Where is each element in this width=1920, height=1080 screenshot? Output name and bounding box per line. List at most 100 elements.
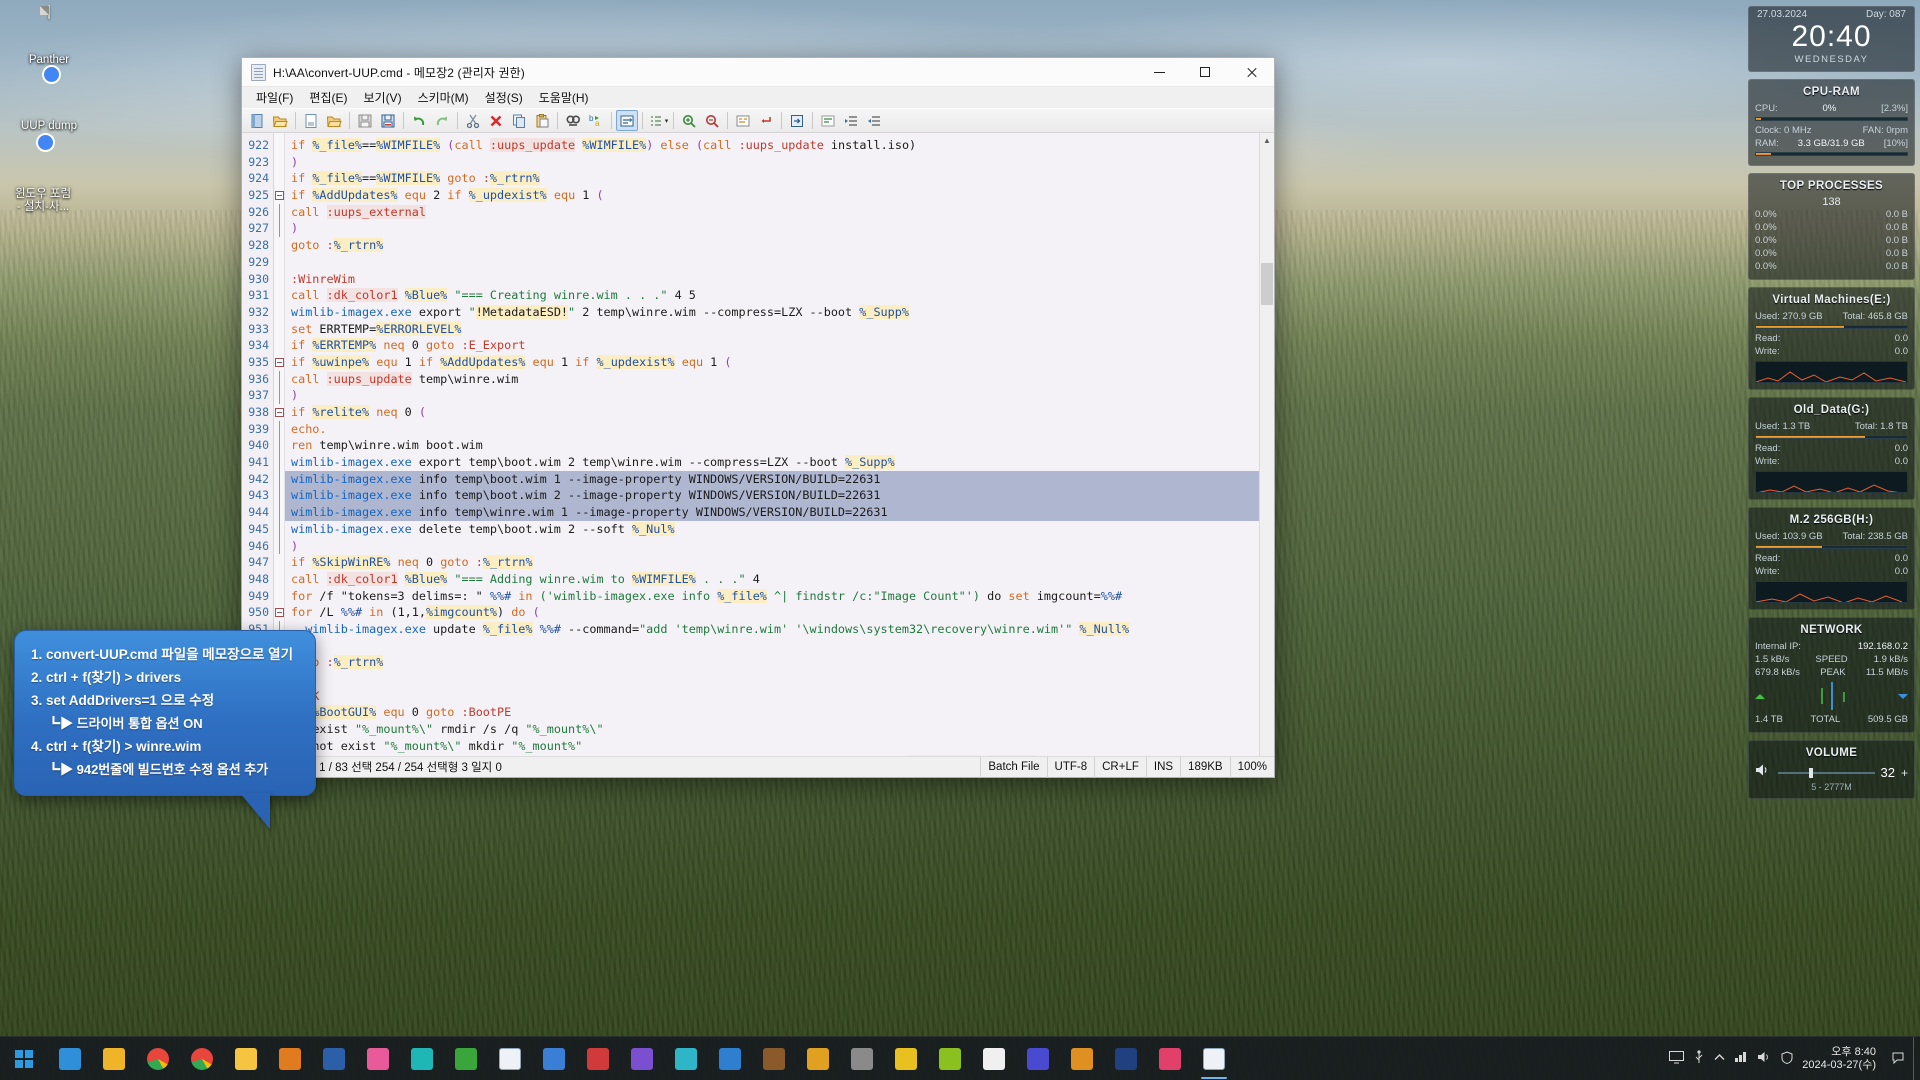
code-line[interactable]: ) [285, 538, 1259, 555]
code-line[interactable]: if %AddUpdates% equ 2 if %_updexist% equ… [285, 187, 1259, 204]
menu-schema[interactable]: 스키마(M) [410, 87, 477, 108]
show-whitespace-icon[interactable] [817, 110, 839, 131]
info-icon[interactable] [708, 1037, 752, 1080]
code-line[interactable]: Dism /English /Quiet /Mount-Wim /Wimfile… [285, 754, 1259, 756]
code-line[interactable]: goto :%_rtrn% [285, 237, 1259, 254]
app-purple-icon[interactable] [620, 1037, 664, 1080]
replace-icon[interactable]: ba [585, 110, 607, 131]
outdent-icon[interactable] [863, 110, 885, 131]
chrome-icon-3[interactable] [180, 1037, 224, 1080]
taskbar-clock[interactable]: 오후 8:40 2024-03-27(수) [1802, 1046, 1882, 1072]
notepad2-icon[interactable] [1192, 1037, 1236, 1080]
new-file-icon[interactable] [246, 110, 268, 131]
app-white-icon[interactable] [972, 1037, 1016, 1080]
speaker-icon[interactable] [1755, 763, 1772, 782]
undo-icon[interactable] [408, 110, 430, 131]
app-d-icon[interactable] [796, 1037, 840, 1080]
notepad2-window[interactable]: H:\AA\convert-UUP.cmd - 메모장2 (관리자 권한) 파일… [241, 57, 1275, 788]
code-line[interactable] [285, 254, 1259, 271]
menu-settings[interactable]: 설정(S) [477, 87, 531, 108]
app-blue-icon[interactable] [532, 1037, 576, 1080]
code-line[interactable] [285, 671, 1259, 688]
gadget-volume[interactable]: VOLUME 32 + 5 - 2777M [1748, 740, 1915, 799]
notepad-icon[interactable] [488, 1037, 532, 1080]
desktop-icon-uup-dump[interactable]: UUP dump [6, 72, 92, 133]
volume-plus-icon[interactable]: + [1901, 766, 1908, 780]
code-line[interactable]: wimlib-imagex.exe info temp\boot.wim 2 -… [285, 487, 1259, 505]
show-desktop-button[interactable] [1913, 1036, 1920, 1080]
code-line[interactable]: if %_file%==%WIMFILE% (call :uups_update… [285, 137, 1259, 154]
menu-edit[interactable]: 편집(E) [301, 87, 355, 108]
close-button[interactable] [1228, 58, 1274, 87]
toolbar[interactable]: ba ▾ [242, 108, 1274, 133]
vertical-scrollbar[interactable]: ▲ [1259, 133, 1274, 756]
start-button[interactable] [0, 1037, 48, 1080]
code-line[interactable]: ) [285, 220, 1259, 237]
code-line[interactable]: if %BootGUI% equ 0 goto :BootPE [285, 704, 1259, 721]
cut-icon[interactable] [462, 110, 484, 131]
open-folder-icon[interactable] [323, 110, 345, 131]
tray-usb-icon[interactable] [1693, 1050, 1705, 1067]
code-line[interactable]: wimlib-imagex.exe update %_file% %%# --c… [285, 621, 1259, 638]
app-cyan-icon[interactable] [664, 1037, 708, 1080]
indent-icon[interactable] [840, 110, 862, 131]
code-editor[interactable]: if %_file%==%WIMFILE% (call :uups_update… [285, 133, 1259, 756]
scroll-up-arrow[interactable]: ▲ [1260, 133, 1274, 148]
code-line[interactable]: echo. [285, 421, 1259, 438]
copy-icon[interactable] [508, 110, 530, 131]
menu-view[interactable]: 보기(V) [355, 87, 409, 108]
word-wrap-icon[interactable] [616, 110, 638, 131]
always-on-top-icon[interactable] [786, 110, 808, 131]
code-line[interactable]: set ERRTEMP=%ERRORLEVEL% [285, 321, 1259, 338]
desktop-icon-panther[interactable]: Panther [6, 5, 92, 67]
save-as-icon[interactable] [377, 110, 399, 131]
code-line[interactable]: if %SkipWinRE% neq 0 goto :%_rtrn% [285, 554, 1259, 571]
fold-toggle-icon[interactable] [274, 354, 284, 371]
app-amber-icon[interactable] [1060, 1037, 1104, 1080]
app-red-icon[interactable] [576, 1037, 620, 1080]
code-line[interactable]: call :dk_color1 %Blue% "=== Adding winre… [285, 571, 1259, 588]
chrome-icon-2[interactable] [136, 1037, 180, 1080]
code-line[interactable]: if exist "%_mount%\" rmdir /s /q "%_moun… [285, 721, 1259, 738]
editor-body[interactable]: 922 923 924 925 926 927 928 929 930 931 932 933 934 9… [242, 133, 1274, 788]
tray-monitor-icon[interactable] [1669, 1050, 1685, 1067]
volume-slider[interactable] [1778, 767, 1875, 779]
app-yellow-icon[interactable] [884, 1037, 928, 1080]
tray-chevron-icon[interactable] [1714, 1053, 1725, 1065]
code-line[interactable]: ) [285, 638, 1259, 655]
zoom-out-icon[interactable] [701, 110, 723, 131]
menu-help[interactable]: 도움말(H) [531, 87, 597, 108]
code-line[interactable]: wimlib-imagex.exe delete temp\boot.wim 2… [285, 521, 1259, 538]
edge-icon[interactable] [48, 1037, 92, 1080]
app-orange-icon[interactable] [268, 1037, 312, 1080]
tray-volume-icon[interactable] [1757, 1051, 1772, 1066]
code-line[interactable]: if not exist "%_mount%\" mkdir "%_mount%… [285, 738, 1259, 755]
window-titlebar[interactable]: H:\AA\convert-UUP.cmd - 메모장2 (관리자 권한) [242, 58, 1274, 87]
code-line[interactable]: if %_file%==%WIMFILE% goto :%_rtrn% [285, 170, 1259, 187]
code-line[interactable]: ) [285, 154, 1259, 171]
app-navy-icon[interactable] [1104, 1037, 1148, 1080]
tray-network-icon[interactable] [1734, 1051, 1748, 1066]
app-indigo-icon[interactable] [1016, 1037, 1060, 1080]
line-spacing-icon[interactable]: ▾ [647, 110, 669, 131]
redo-icon[interactable] [431, 110, 453, 131]
find-icon[interactable] [562, 110, 584, 131]
app-pink-icon[interactable] [356, 1037, 400, 1080]
tray-shield-icon[interactable] [1781, 1050, 1793, 1067]
minimize-button[interactable] [1136, 58, 1182, 87]
code-line[interactable]: call :dk_color1 %Blue% "=== Creating win… [285, 287, 1259, 304]
code-line[interactable]: :ADK [285, 688, 1259, 705]
folder-icon[interactable] [224, 1037, 268, 1080]
app-rose-icon[interactable] [1148, 1037, 1192, 1080]
photoshop-icon[interactable] [312, 1037, 356, 1080]
fold-toggle-icon[interactable] [274, 404, 284, 421]
fold-toggle-icon[interactable] [274, 604, 284, 621]
view-eol-icon[interactable] [755, 110, 777, 131]
app-gray-icon[interactable] [840, 1037, 884, 1080]
zoom-in-icon[interactable] [678, 110, 700, 131]
scrollbar-thumb[interactable] [1261, 263, 1273, 305]
file-explorer-icon[interactable] [92, 1037, 136, 1080]
code-line[interactable]: call :uups_update temp\winre.wim [285, 371, 1259, 388]
code-line[interactable]: wimlib-imagex.exe export temp\boot.wim 2… [285, 454, 1259, 471]
system-tray[interactable]: 오후 8:40 2024-03-27(수) [1669, 1046, 1913, 1072]
